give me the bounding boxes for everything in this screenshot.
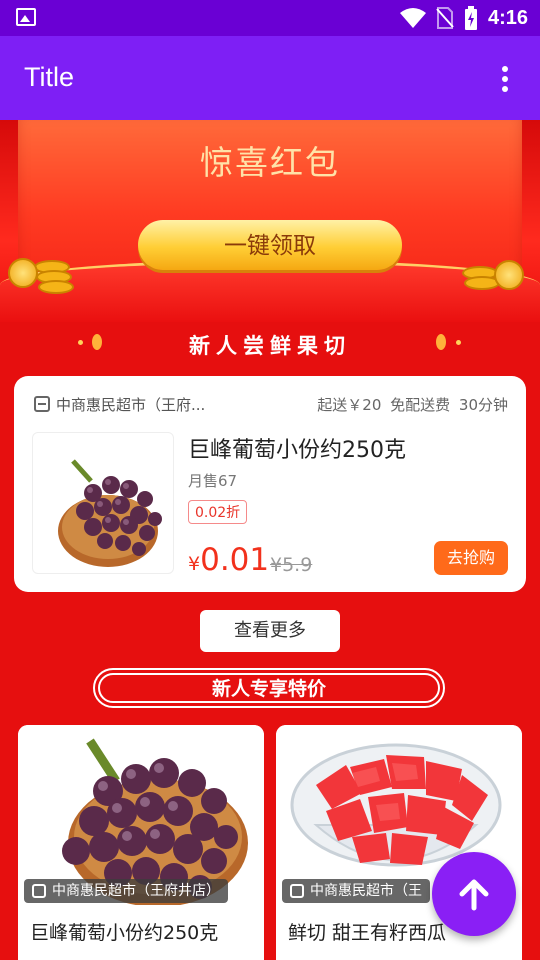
page-title: Title xyxy=(24,62,75,92)
product-name: 巨峰葡萄小份约250克 xyxy=(30,922,219,944)
store-tag: 中商惠民超市（王 xyxy=(282,879,430,903)
section-heading-exclusive-label: 新人专享特价 xyxy=(98,673,440,703)
view-more-button[interactable]: 查看更多 xyxy=(200,610,340,652)
buy-button[interactable]: 去抢购 xyxy=(434,541,508,575)
status-bar: 4:16 xyxy=(0,0,540,36)
claim-button[interactable]: 一键领取 xyxy=(138,220,402,270)
arrow-up-icon xyxy=(459,879,489,911)
red-packet-banner[interactable]: 惊喜红包 一键领取 xyxy=(0,120,540,322)
product-name: 巨峰葡萄小份约250克 xyxy=(188,438,406,463)
status-icons: 4:16 xyxy=(399,6,528,30)
monthly-sales: 月售67 xyxy=(188,472,238,490)
product-name: 鲜切 甜王有籽西瓜 xyxy=(288,922,447,944)
battery-icon xyxy=(464,6,477,30)
store-tag-label: 中商惠民超市（王 xyxy=(310,883,422,899)
discount-badge: 0.02折 xyxy=(188,500,248,524)
coin-icon xyxy=(494,260,524,290)
price-value: 0.01 xyxy=(200,542,270,578)
store-icon xyxy=(34,396,50,412)
coin-icon xyxy=(38,280,74,294)
original-price: ¥5.9 xyxy=(270,554,313,576)
more-vert-icon[interactable] xyxy=(500,66,510,92)
product-image[interactable] xyxy=(18,725,264,907)
section-heading-exclusive: 新人专享特价 xyxy=(93,668,445,708)
coin-icon xyxy=(8,258,38,288)
clock: 4:16 xyxy=(487,6,528,29)
store-tag-label: 中商惠民超市（王府井店） xyxy=(52,883,220,899)
section-heading-fruit: 新人尝鲜果切 xyxy=(189,334,351,358)
store-tag: 中商惠民超市（王府井店） xyxy=(24,879,228,903)
store-icon xyxy=(290,884,304,898)
product-image[interactable] xyxy=(32,432,174,574)
store-icon xyxy=(32,884,46,898)
grid-product-card[interactable]: 中商惠民超市（王府井店） 巨峰葡萄小份约250克 xyxy=(18,725,264,960)
app-bar: Title xyxy=(0,36,540,120)
product-card[interactable]: 中商惠民超市（王府... 起送￥20 免配送费 30分钟 巨峰葡萄小份约250克… xyxy=(14,376,526,592)
decoration-dot xyxy=(436,334,446,350)
store-name: 中商惠民超市（王府... xyxy=(56,396,206,414)
price: ¥0.01 xyxy=(188,542,269,578)
banner-heading: 惊喜红包 xyxy=(200,143,340,182)
wifi-icon xyxy=(399,8,426,28)
no-sim-icon xyxy=(436,7,454,29)
image-icon xyxy=(16,8,36,26)
scroll-to-top-button[interactable] xyxy=(432,852,516,936)
currency-symbol: ¥ xyxy=(188,553,201,575)
decoration-dot xyxy=(456,340,461,345)
delivery-info: 起送￥20 免配送费 30分钟 xyxy=(317,396,508,414)
